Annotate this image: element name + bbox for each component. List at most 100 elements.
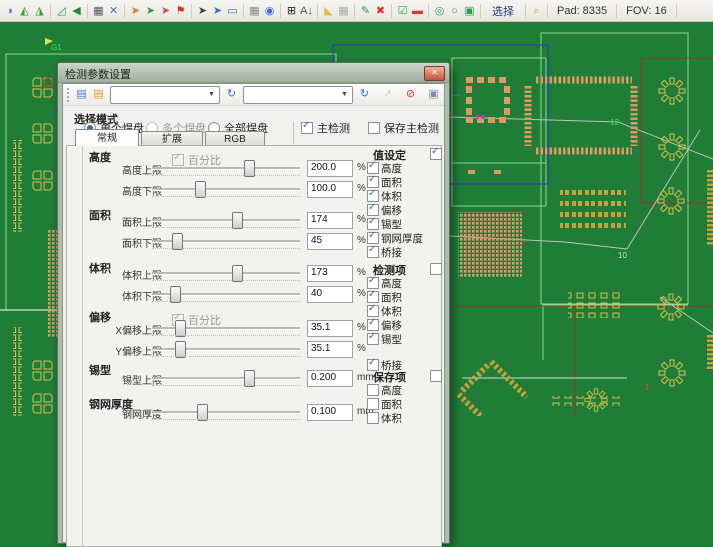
value-input[interactable]: 174	[307, 212, 353, 229]
value-input[interactable]: 35.1	[307, 341, 353, 358]
dialog-titlebar[interactable]: 检测参数设置 ✕	[58, 63, 449, 83]
check-main-inspect[interactable]: 主检测	[301, 122, 350, 134]
item-label: 体积	[381, 189, 402, 204]
param-set-combo-2[interactable]: ▼	[243, 86, 353, 104]
slider-track[interactable]	[152, 188, 300, 191]
item-label: 面积	[381, 175, 402, 190]
slider-track[interactable]	[152, 167, 300, 170]
measure-triangle-icon[interactable]: ◿	[54, 2, 69, 20]
group-header-checkbox[interactable]	[430, 263, 446, 275]
item-label: 体积	[381, 411, 402, 426]
toolbar-separator	[87, 4, 88, 18]
group-header-checkbox[interactable]	[430, 148, 446, 160]
navigate-target-icon[interactable]: ◑	[2, 2, 17, 20]
stop-icon[interactable]: ▬	[410, 2, 425, 20]
checkbox	[368, 122, 380, 134]
group-header-checkbox[interactable]	[430, 370, 446, 382]
ruler-icon[interactable]: ◣	[321, 2, 336, 20]
select-mode-label[interactable]: 选择	[492, 3, 514, 19]
chevron-down-icon[interactable]: ▼	[338, 88, 351, 100]
sort-az-icon[interactable]: A↓	[299, 2, 314, 20]
chevron-down-icon[interactable]: ▼	[205, 88, 218, 100]
slider-label: 面积上限	[72, 214, 162, 229]
value-input[interactable]: 0.100	[307, 404, 353, 421]
checkbox	[430, 263, 442, 275]
grid-quad-icon[interactable]: ⊞	[284, 2, 299, 20]
exit-icon[interactable]: →	[448, 86, 465, 103]
check-save-main-inspect[interactable]: 保存主检测	[368, 122, 439, 134]
pad-pair-grid	[560, 188, 626, 233]
checkbox	[430, 148, 442, 160]
toolbar-separator	[191, 4, 192, 18]
slider-track[interactable]	[152, 377, 300, 380]
zoom-fit-a-icon[interactable]: ◭	[17, 2, 32, 20]
zoom-fit-b-icon[interactable]: ◮	[32, 2, 47, 20]
delete-icon[interactable]: ✖	[373, 2, 388, 20]
slider-label: 面积下限	[72, 235, 162, 250]
toolbar-separator	[676, 4, 677, 18]
tab-extended[interactable]: 扩展	[141, 131, 203, 146]
value-input[interactable]: 200.0	[307, 160, 353, 177]
location-pin-icon[interactable]: ⚑	[173, 2, 188, 20]
pushpin-icon[interactable]: ➤	[195, 2, 210, 20]
slider-track[interactable]	[152, 411, 300, 414]
value-input[interactable]: 0.200	[307, 370, 353, 387]
checkbox	[367, 333, 379, 345]
tab-general[interactable]: 常规	[75, 129, 139, 146]
value-input[interactable]: 40	[307, 286, 353, 303]
tab-rgb[interactable]: RGB	[205, 131, 265, 146]
value-input[interactable]: 173	[307, 265, 353, 282]
close-icon[interactable]: ✕	[424, 66, 445, 81]
marker-magenta	[481, 115, 484, 119]
value-input[interactable]: 100.0	[307, 181, 353, 198]
checkbox	[367, 277, 379, 289]
slider-ticks	[152, 385, 300, 386]
tools-icon[interactable]: ✕	[106, 2, 121, 20]
dart-blue-icon[interactable]: ➤	[210, 2, 225, 20]
value-input[interactable]: 35.1	[307, 320, 353, 337]
edit-chart-icon[interactable]: ✎	[358, 2, 373, 20]
image-view-icon[interactable]: ▦	[91, 2, 106, 20]
apply-params-icon-1[interactable]: ↻	[223, 86, 240, 103]
fov-label-1: 1	[645, 383, 650, 392]
slider-ticks	[152, 248, 300, 249]
checkbox	[367, 218, 379, 230]
stats-icon[interactable]: ↗	[379, 86, 396, 103]
param-set-combo-1[interactable]: ▼	[110, 86, 220, 104]
checkbox	[367, 232, 379, 244]
toolbar-grip	[67, 88, 69, 102]
circle-icon[interactable]: ○	[447, 2, 462, 20]
checkbox-label: 保存主检测	[384, 120, 439, 136]
rect-select-icon[interactable]: ▭	[225, 2, 240, 20]
toolbar-separator	[616, 4, 617, 18]
load-params-icon[interactable]: ▤	[73, 86, 90, 103]
slider-track[interactable]	[152, 219, 300, 222]
import-params-icon[interactable]: ▤	[90, 86, 107, 103]
slider-ticks	[152, 196, 300, 197]
dart-orange-icon[interactable]: ➤	[128, 2, 143, 20]
circle-dot-icon[interactable]: ◎	[432, 2, 447, 20]
item-label: 体积	[381, 304, 402, 319]
dart-green-icon[interactable]: ➤	[143, 2, 158, 20]
percent-checkbox[interactable]: 百分比	[172, 154, 221, 166]
unit-label: %	[357, 288, 366, 299]
checkbox	[367, 162, 379, 174]
confirm-icon[interactable]: ☑	[395, 2, 410, 20]
value-input[interactable]: 45	[307, 233, 353, 250]
table-view-icon[interactable]: ▦	[247, 2, 262, 20]
slider-label: 高度上限	[72, 162, 162, 177]
forbid-icon[interactable]: ⊘	[402, 86, 419, 103]
apply-params-icon-2[interactable]: ↻	[356, 86, 373, 103]
dart-red-icon[interactable]: ➤	[158, 2, 173, 20]
camera-icon[interactable]: ◉	[262, 2, 277, 20]
marker-magenta	[476, 115, 479, 119]
slider-track[interactable]	[152, 272, 300, 275]
grid-icon[interactable]: ▦	[336, 2, 351, 20]
save-icon[interactable]: ▣	[425, 86, 442, 103]
toolbar-separator	[124, 4, 125, 18]
square-in-icon[interactable]: ▣	[462, 2, 477, 20]
item-label: 高度	[381, 161, 402, 176]
magnifier-icon[interactable]: ⌕	[529, 2, 544, 20]
checkbox	[430, 370, 442, 382]
cone-marker-icon[interactable]: ◀	[69, 2, 84, 20]
